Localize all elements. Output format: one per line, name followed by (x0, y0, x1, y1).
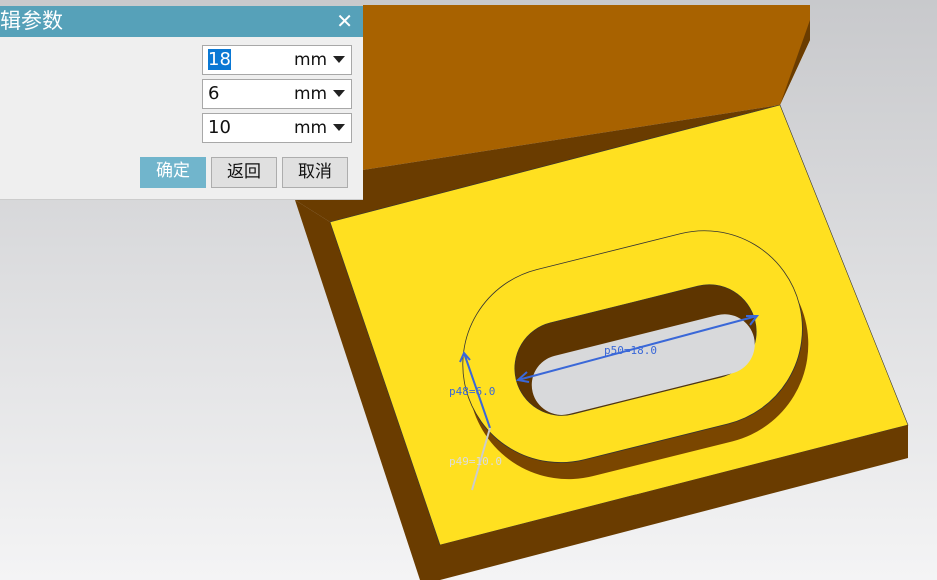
param-value-input[interactable]: 6 (208, 83, 219, 104)
param-value-input[interactable]: 18 (208, 49, 231, 70)
unit-select[interactable]: mm (294, 50, 327, 70)
back-button[interactable]: 返回 (211, 157, 277, 188)
ok-button[interactable]: 确定 (140, 157, 206, 188)
dimension-p48[interactable]: p48=6.0 (449, 385, 495, 398)
close-icon[interactable]: ✕ (336, 6, 353, 37)
dialog-title: 辑参数 (0, 9, 63, 33)
param-field-3[interactable]: 10 mm (202, 113, 352, 143)
edit-parameters-dialog: 辑参数 ✕ 18 mm 6 mm 10 mm 确定 返回 取消 (0, 6, 363, 200)
dimension-p49[interactable]: p49=10.0 (449, 455, 502, 468)
chevron-down-icon[interactable] (333, 124, 345, 131)
param-field-1[interactable]: 18 mm (202, 45, 352, 75)
param-field-2[interactable]: 6 mm (202, 79, 352, 109)
param-value-input[interactable]: 10 (208, 117, 231, 138)
dialog-title-bar[interactable]: 辑参数 ✕ (0, 6, 363, 37)
unit-select[interactable]: mm (294, 84, 327, 104)
cancel-button[interactable]: 取消 (282, 157, 348, 188)
unit-select[interactable]: mm (294, 118, 327, 138)
chevron-down-icon[interactable] (333, 56, 345, 63)
chevron-down-icon[interactable] (333, 90, 345, 97)
dimension-p50[interactable]: p50=18.0 (604, 344, 657, 357)
